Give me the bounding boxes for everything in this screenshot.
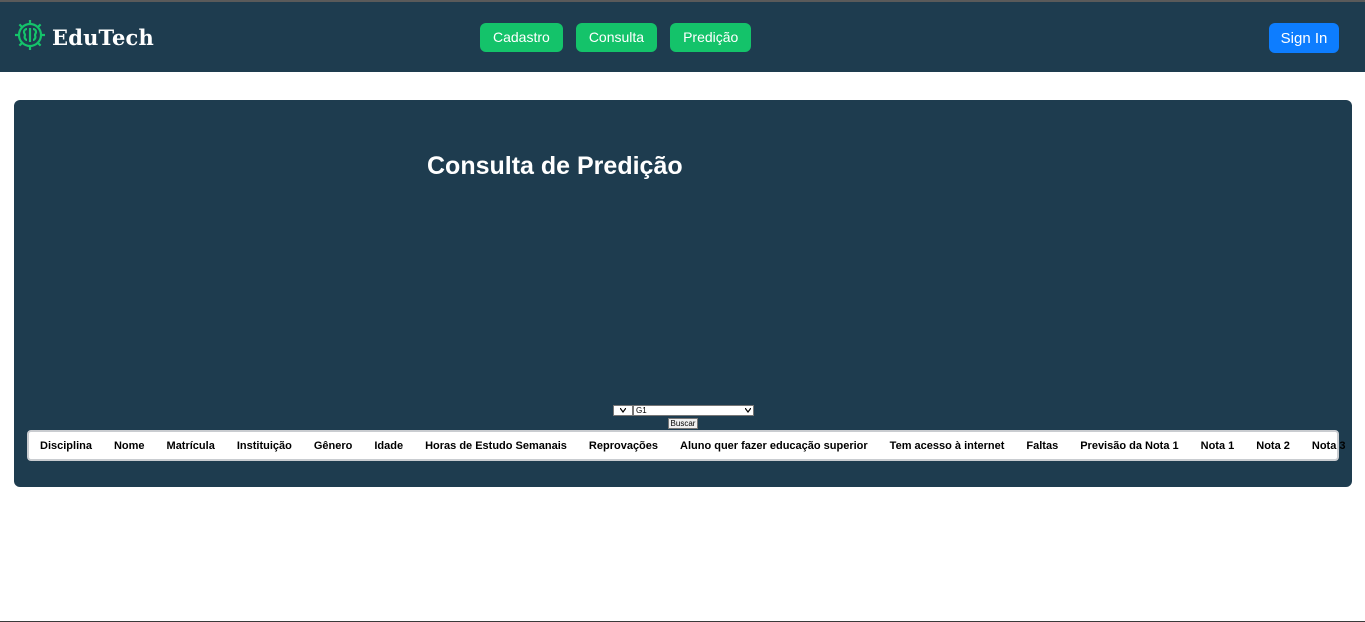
nav-consulta-button[interactable]: Consulta bbox=[575, 23, 658, 52]
navbar: EduTech Cadastro Consulta Predição Sign … bbox=[0, 2, 1365, 72]
brand-name: EduTech bbox=[52, 24, 154, 50]
column-header: Faltas bbox=[1026, 439, 1059, 452]
column-header: Matrícula bbox=[166, 439, 215, 452]
column-header: Gênero bbox=[313, 439, 353, 452]
nav-links: Cadastro Consulta Predição bbox=[480, 23, 764, 52]
column-header: Nota 3 bbox=[1311, 439, 1346, 452]
column-header: Nome bbox=[113, 439, 145, 452]
column-header: Reprovações bbox=[588, 439, 659, 452]
sign-in-button[interactable]: Sign In bbox=[1269, 23, 1339, 53]
chevron-down-icon bbox=[620, 408, 626, 413]
column-header: Nota 2 bbox=[1256, 439, 1290, 452]
column-header: Nota 1 bbox=[1200, 439, 1235, 452]
column-header: Previsão da Nota 1 bbox=[1080, 439, 1179, 452]
filter-select-value: G1 bbox=[636, 406, 647, 415]
gear-brain-icon bbox=[12, 17, 48, 58]
filter-select[interactable]: G1 bbox=[633, 405, 754, 416]
filter-select-small[interactable] bbox=[613, 405, 633, 416]
column-header: Disciplina bbox=[40, 439, 92, 452]
nav-cadastro-button[interactable]: Cadastro bbox=[480, 23, 563, 52]
column-header: Horas de Estudo Semanais bbox=[425, 439, 567, 452]
column-header: Aluno quer fazer educação superior bbox=[680, 439, 868, 452]
table-header-row: Disciplina Nome Matrícula Instituição Gê… bbox=[29, 432, 1357, 459]
nav-predicao-button[interactable]: Predição bbox=[670, 23, 752, 52]
column-header: Idade bbox=[374, 439, 404, 452]
column-header: Instituição bbox=[236, 439, 292, 452]
page-title: Consulta de Predição bbox=[427, 152, 683, 180]
results-table: Disciplina Nome Matrícula Instituição Gê… bbox=[27, 430, 1346, 461]
prediction-panel: Consulta de Predição G1 Buscar Disciplin… bbox=[14, 100, 1352, 487]
chevron-down-icon bbox=[745, 408, 751, 413]
column-header: Tem acesso à internet bbox=[889, 439, 1005, 452]
brand[interactable]: EduTech bbox=[12, 19, 154, 55]
search-button[interactable]: Buscar bbox=[668, 418, 698, 429]
